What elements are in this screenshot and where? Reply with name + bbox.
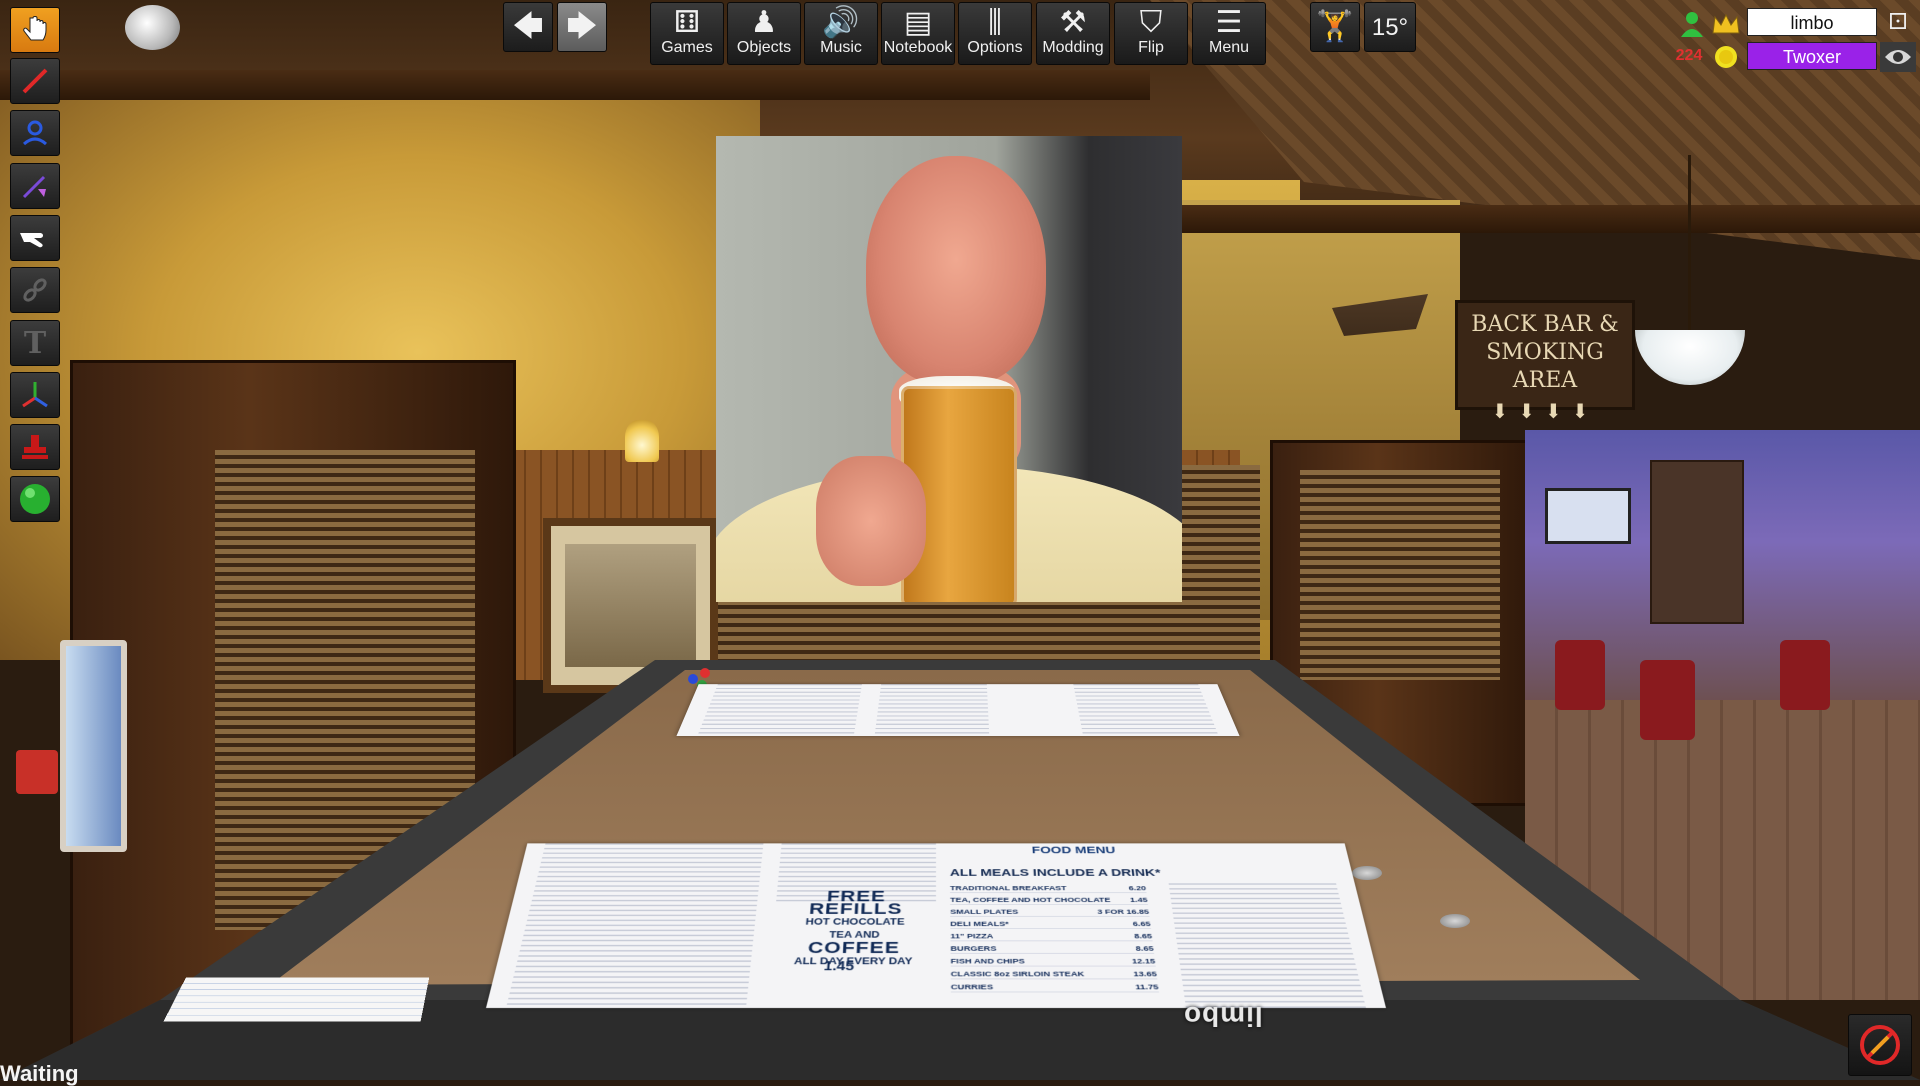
game-scene[interactable]: BACK BAR & SMOKING AREA ⬇⬇⬇⬇ [0, 0, 1920, 1080]
arrow-left-icon: 🡄 [512, 10, 544, 43]
menu-label: Menu [1208, 39, 1250, 56]
lift-height-button[interactable]: 🏋 [1310, 2, 1360, 52]
music-button[interactable]: 🔊 Music [804, 2, 878, 65]
hand-pointer-icon [23, 16, 47, 41]
disable-pen-button[interactable] [1848, 1014, 1912, 1076]
back-room-floor [1525, 700, 1920, 1000]
chandelier-chain [1688, 155, 1691, 335]
player-twoxer[interactable]: Twoxer [1747, 42, 1877, 70]
flip-table-icon: ⛉ [1139, 6, 1163, 39]
objects-label: Objects [736, 39, 792, 56]
options-label: Options [967, 39, 1023, 56]
line-tool-button[interactable] [10, 163, 60, 209]
rotation-angle-button[interactable]: 15° [1364, 2, 1416, 52]
wall-tv [1545, 488, 1631, 544]
chair [1640, 660, 1695, 740]
security-camera [125, 5, 180, 50]
fire-alarm [16, 750, 58, 794]
pawn-icon: ♟ [750, 6, 778, 39]
player-limbo[interactable]: limbo [1747, 8, 1877, 36]
sign-line-1: BACK BAR & [1471, 312, 1619, 337]
grab-tool-button[interactable] [10, 7, 60, 53]
photo-object[interactable] [716, 136, 1182, 602]
person-icon[interactable] [1678, 10, 1706, 38]
chain-icon [23, 278, 47, 302]
dice-icon[interactable]: ⚀ [1880, 8, 1916, 36]
chair [1780, 640, 1830, 710]
redo-button[interactable]: 🡆 [557, 2, 607, 52]
back-bar-sign: BACK BAR & SMOKING AREA ⬇⬇⬇⬇ [1455, 300, 1635, 423]
arrow-right-icon: 🡆 [566, 10, 598, 43]
modding-button[interactable]: ⚒ Modding [1036, 2, 1110, 65]
modding-label: Modding [1042, 39, 1104, 56]
window-blinds [715, 600, 1185, 660]
pen-icon [22, 68, 48, 94]
score-badge: 224 [1670, 44, 1708, 68]
decal-tool-button[interactable] [10, 476, 60, 522]
rotation-label: 15° [1371, 14, 1409, 41]
dice-icon: ⚅ [673, 6, 701, 39]
pen-tool-button[interactable] [10, 58, 60, 104]
framed-picture [543, 518, 718, 693]
flick-tool-button[interactable] [10, 215, 60, 261]
chair [1555, 640, 1605, 710]
eye-icon[interactable] [1880, 42, 1916, 72]
menu-button[interactable]: ☰ Menu [1192, 2, 1266, 65]
objects-button[interactable]: ♟ Objects [727, 2, 801, 65]
stamp-icon [22, 435, 48, 459]
no-pen-icon [1860, 1025, 1900, 1065]
back-door [1650, 460, 1744, 624]
notebook-label: Notebook [883, 39, 953, 56]
window-blinds [1300, 470, 1500, 680]
games-button[interactable]: ⚅ Games [650, 2, 724, 65]
joint-tool-button[interactable] [10, 267, 60, 313]
games-label: Games [661, 39, 713, 56]
undo-button[interactable]: 🡄 [503, 2, 553, 52]
snap-tool-button[interactable] [10, 424, 60, 470]
wall-mirror [60, 640, 127, 852]
player-name-limbo: limbo [1790, 13, 1834, 33]
flick-hand-icon [20, 233, 43, 248]
sign-arrows: ⬇⬇⬇⬇ [1491, 399, 1599, 423]
crown-icon[interactable] [1710, 10, 1742, 38]
ceiling-beam [0, 70, 1150, 100]
gizmo-tool-button[interactable] [10, 372, 60, 418]
hamburger-icon: ☰ [1215, 6, 1243, 39]
notebook-icon: ▤ [903, 6, 933, 39]
options-button[interactable]: ⫼ Options [958, 2, 1032, 65]
tools-icon: ⚒ [1059, 6, 1087, 39]
text-tool-button[interactable]: T [10, 320, 60, 366]
text-t-icon: T [23, 325, 47, 361]
player-name-twoxer: Twoxer [1782, 47, 1842, 67]
sign-line-2: SMOKING AREA [1486, 340, 1604, 393]
flip-button[interactable]: ⛉ Flip [1114, 2, 1188, 65]
status-text: Waiting [0, 1061, 79, 1086]
chandelier [1635, 330, 1745, 385]
axes-icon [22, 382, 48, 408]
wall-lamp [625, 420, 659, 462]
weightlifter-icon: 🏋 [1316, 10, 1354, 43]
music-label: Music [820, 39, 862, 56]
sliders-icon: ⫼ [988, 6, 1002, 39]
notebook-button[interactable]: ▤ Notebook [881, 2, 955, 65]
ceiling-beam [1150, 205, 1920, 233]
coin-icon[interactable] [1710, 42, 1742, 72]
score-badge-text: 224 [1675, 47, 1703, 64]
speaker-icon: 🔊 [822, 6, 860, 39]
person-zone-icon [22, 120, 48, 146]
green-ball-icon [20, 484, 50, 514]
zone-tool-button[interactable] [10, 110, 60, 156]
line-arrow-icon [22, 175, 46, 199]
window-blinds [215, 450, 475, 930]
flip-label: Flip [1138, 39, 1164, 56]
